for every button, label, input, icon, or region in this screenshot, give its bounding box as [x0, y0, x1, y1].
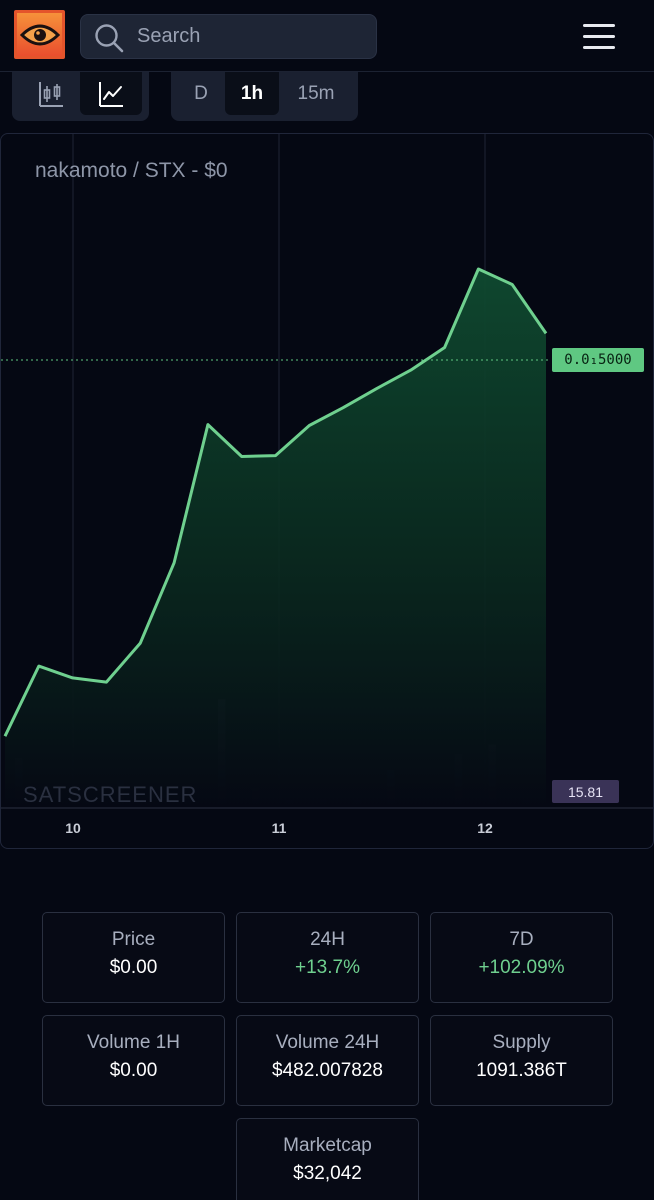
line-chart-icon: [99, 81, 123, 107]
hamburger-menu-icon[interactable]: [583, 24, 617, 50]
stat-value: $0.00: [109, 957, 158, 978]
timeframe-15m[interactable]: 15m: [281, 72, 351, 115]
watermark: SATSCREENER: [23, 782, 198, 807]
stat-value: 1091.386T: [476, 1060, 567, 1081]
price-chart-canvas: [1, 134, 653, 809]
stat-card-7d: 7D +102.09%: [430, 912, 613, 1003]
stat-label: Marketcap: [283, 1135, 372, 1156]
stat-label: 24H: [310, 929, 345, 950]
price-chart[interactable]: nakamoto / STX - $0 SATSCREENER 0.0₁5000…: [0, 133, 654, 849]
timeframe-1h[interactable]: 1h: [225, 72, 279, 115]
search-input[interactable]: [137, 15, 367, 58]
stat-card-price: Price $0.00: [42, 912, 225, 1003]
stat-value: +102.09%: [478, 957, 565, 978]
search-box[interactable]: [80, 14, 377, 59]
stat-label: Volume 24H: [275, 1032, 380, 1053]
candlestick-chart-button[interactable]: [20, 72, 82, 115]
stat-value: $32,042: [293, 1163, 362, 1184]
candlestick-chart-icon: [39, 81, 63, 107]
stat-label: 7D: [509, 929, 534, 950]
chart-type-toggle: [12, 72, 149, 121]
x-tick-label: 12: [477, 820, 493, 836]
current-price-label: 0.0₁5000: [552, 348, 644, 372]
stat-card-volume-1h: Volume 1H $0.00: [42, 1015, 225, 1106]
x-tick-label: 10: [65, 820, 81, 836]
stat-label: Volume 1H: [87, 1032, 180, 1053]
price-area: [5, 269, 546, 808]
stat-card-24h: 24H +13.7%: [236, 912, 419, 1003]
stat-value: $0.00: [109, 1060, 158, 1081]
search-icon: [95, 24, 124, 53]
eye-icon: [19, 24, 60, 45]
stat-card-supply: Supply 1091.386T: [430, 1015, 613, 1106]
chart-title: nakamoto / STX - $0: [35, 159, 228, 182]
timeframe-toggle: D 1h 15m: [171, 72, 358, 121]
stat-card-marketcap: Marketcap $32,042: [236, 1118, 419, 1200]
x-tick-label: 11: [271, 820, 287, 836]
current-volume-label: 15.81: [552, 780, 619, 803]
stat-value: +13.7%: [295, 957, 360, 978]
top-bar: [0, 0, 654, 72]
stat-label: Supply: [492, 1032, 551, 1053]
timeframe-d[interactable]: D: [177, 72, 225, 115]
stat-card-volume-24h: Volume 24H $482.007828: [236, 1015, 419, 1106]
stat-value: $482.007828: [272, 1060, 383, 1081]
app-logo[interactable]: [14, 10, 65, 59]
line-chart-button[interactable]: [80, 72, 142, 115]
stat-label: Price: [111, 929, 156, 950]
